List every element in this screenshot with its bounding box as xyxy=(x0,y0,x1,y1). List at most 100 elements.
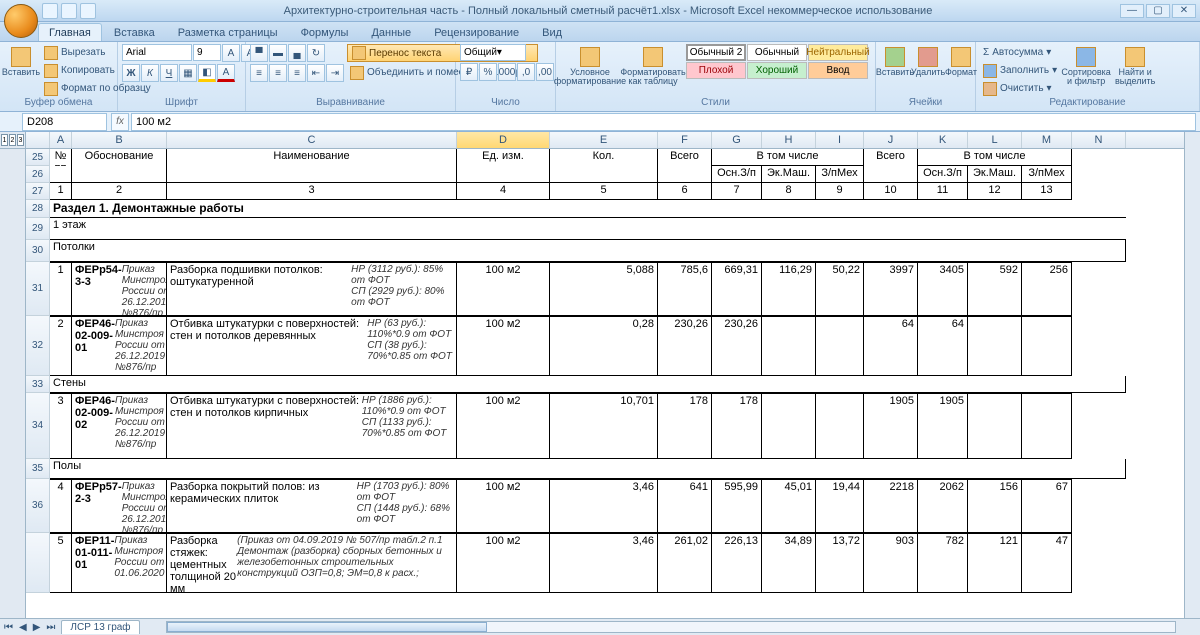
align-middle-icon[interactable]: ▬ xyxy=(269,44,287,62)
cell[interactable]: Разборка стяжек: цементных толщиной 20 м… xyxy=(167,533,457,593)
style-good[interactable]: Хороший xyxy=(747,62,807,79)
number-format-combo[interactable]: Общий ▾ xyxy=(460,44,526,61)
style-bad[interactable]: Плохой xyxy=(686,62,746,79)
fx-icon[interactable]: fx xyxy=(111,113,129,131)
horizontal-scrollbar[interactable] xyxy=(166,621,1176,633)
cell[interactable]: 67 xyxy=(1022,479,1072,533)
cell[interactable] xyxy=(50,166,72,183)
cell[interactable] xyxy=(968,393,1022,459)
cell[interactable] xyxy=(1072,183,1126,200)
clear-button[interactable]: Очистить ▾ xyxy=(980,80,1060,97)
paste-button[interactable]: Вставить xyxy=(4,44,38,80)
col-M[interactable]: M xyxy=(1022,132,1072,148)
outline-level-3[interactable]: 3 xyxy=(17,134,24,146)
inc-indent-icon[interactable]: ⇥ xyxy=(326,64,344,82)
cell[interactable] xyxy=(167,166,457,183)
cell[interactable]: 5,088 xyxy=(550,262,658,316)
cell[interactable]: Эк.Маш. xyxy=(762,166,816,183)
row-header[interactable]: 30 xyxy=(26,240,50,262)
inc-decimal-icon[interactable]: ,0 xyxy=(517,63,535,81)
cell[interactable]: Эк.Маш. xyxy=(968,166,1022,183)
col-F[interactable]: F xyxy=(658,132,712,148)
cell[interactable]: Разборка подшивки потолков: оштукатуренн… xyxy=(167,262,457,316)
cell[interactable]: № пп xyxy=(50,149,72,166)
cell[interactable]: 64 xyxy=(918,316,968,376)
h-scroll-thumb[interactable] xyxy=(167,622,487,632)
cell[interactable] xyxy=(816,316,864,376)
cell[interactable] xyxy=(816,393,864,459)
tab-review[interactable]: Рецензирование xyxy=(423,23,530,41)
align-top-icon[interactable]: ▀ xyxy=(250,44,268,62)
cell[interactable]: 641 xyxy=(658,479,712,533)
col-E[interactable]: E xyxy=(550,132,658,148)
outline-level-2[interactable]: 2 xyxy=(9,134,16,146)
cell[interactable]: 10,701 xyxy=(550,393,658,459)
cell[interactable]: 1905 xyxy=(918,393,968,459)
cell[interactable]: Осн.З/п xyxy=(712,166,762,183)
cell[interactable]: 100 м2 xyxy=(457,479,550,533)
vertical-scrollbar[interactable] xyxy=(1184,132,1200,618)
row-header[interactable]: 34 xyxy=(26,393,50,459)
orientation-icon[interactable]: ↻ xyxy=(307,44,325,62)
row-header[interactable]: 26 xyxy=(26,166,50,183)
row-header[interactable]: 25 xyxy=(26,149,50,166)
underline-icon[interactable]: Ч xyxy=(160,64,178,82)
cell[interactable]: 1 xyxy=(50,262,72,316)
cell[interactable]: 3,46 xyxy=(550,533,658,593)
italic-icon[interactable]: К xyxy=(141,64,159,82)
row-header[interactable]: 33 xyxy=(26,376,50,393)
qat-redo-icon[interactable] xyxy=(80,3,96,19)
cell[interactable]: 261,02 xyxy=(658,533,712,593)
border-icon[interactable]: ▦ xyxy=(179,64,197,82)
cell[interactable]: 4 xyxy=(50,479,72,533)
tab-insert[interactable]: Вставка xyxy=(103,23,166,41)
cell[interactable] xyxy=(762,316,816,376)
cell[interactable]: 50,22 xyxy=(816,262,864,316)
delete-cells-button[interactable]: Удалить xyxy=(913,44,943,80)
cell[interactable]: 1 этаж xyxy=(50,218,1126,240)
cell[interactable]: В том числе xyxy=(712,149,864,166)
cell[interactable]: 13 xyxy=(1022,183,1072,200)
cell[interactable]: 47 xyxy=(1022,533,1072,593)
align-bottom-icon[interactable]: ▄ xyxy=(288,44,306,62)
align-right-icon[interactable]: ≡ xyxy=(288,64,306,82)
cell[interactable]: 2218 xyxy=(864,479,918,533)
cell[interactable]: 100 м2 xyxy=(457,393,550,459)
cell[interactable]: 256 xyxy=(1022,262,1072,316)
cell[interactable]: Всего xyxy=(658,149,712,166)
col-K[interactable]: K xyxy=(918,132,968,148)
style-neutral[interactable]: Нейтральный xyxy=(808,44,868,61)
cell[interactable]: 669,31 xyxy=(712,262,762,316)
cell[interactable] xyxy=(72,166,167,183)
cell[interactable]: ФЕРр54-3-3Приказ Минстроя России от 26.1… xyxy=(72,262,167,316)
cell[interactable]: 3,46 xyxy=(550,479,658,533)
cell[interactable] xyxy=(1022,316,1072,376)
tab-view[interactable]: Вид xyxy=(531,23,573,41)
cell[interactable]: Раздел 1. Демонтажные работы xyxy=(50,200,1126,218)
cell[interactable] xyxy=(1072,316,1126,376)
cell[interactable]: 0,28 xyxy=(550,316,658,376)
cell[interactable]: 13,72 xyxy=(816,533,864,593)
tab-nav-prev-icon[interactable]: ◀ xyxy=(19,622,27,633)
row-header[interactable]: 28 xyxy=(26,200,50,218)
cell[interactable]: В том числе xyxy=(918,149,1072,166)
cell[interactable]: Наименование xyxy=(167,149,457,166)
row-header[interactable]: 36 xyxy=(26,479,50,533)
dec-indent-icon[interactable]: ⇤ xyxy=(307,64,325,82)
cell[interactable] xyxy=(658,166,712,183)
tab-formulas[interactable]: Формулы xyxy=(290,23,360,41)
cell[interactable]: 5 xyxy=(50,533,72,593)
row-header[interactable] xyxy=(26,533,50,593)
cell[interactable]: 8 xyxy=(762,183,816,200)
align-center-icon[interactable]: ≡ xyxy=(269,64,287,82)
cell[interactable]: 12 xyxy=(968,183,1022,200)
col-C[interactable]: C xyxy=(167,132,457,148)
qat-undo-icon[interactable] xyxy=(61,3,77,19)
row-header[interactable]: 27 xyxy=(26,183,50,200)
col-B[interactable]: B xyxy=(72,132,167,148)
maximize-button[interactable]: ▢ xyxy=(1146,4,1170,18)
col-A[interactable]: A xyxy=(50,132,72,148)
bold-icon[interactable]: Ж xyxy=(122,64,140,82)
tab-nav-first-icon[interactable]: ⏮ xyxy=(4,622,13,633)
cell[interactable]: 903 xyxy=(864,533,918,593)
